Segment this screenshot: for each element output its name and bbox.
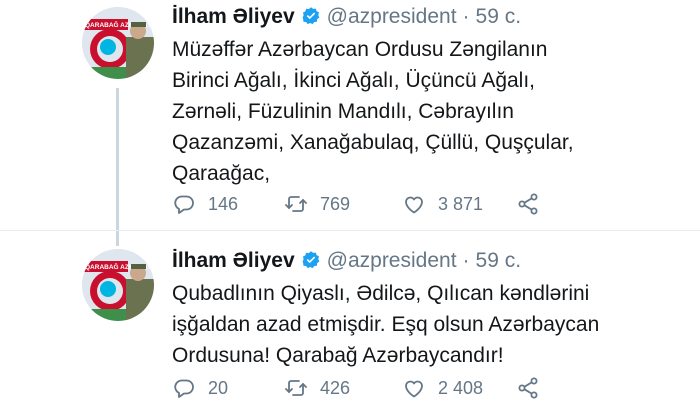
- tweet-text-line: Birinci Ağalı, İkinci Ağalı, Üçüncü Ağal…: [172, 69, 536, 92]
- like-icon: [405, 380, 423, 398]
- reply-button[interactable]: 146: [172, 192, 238, 216]
- reply-icon: [174, 379, 194, 398]
- share-button[interactable]: [516, 192, 540, 216]
- retweet-icon: [285, 196, 307, 212]
- like-button[interactable]: 2 408: [402, 376, 483, 400]
- retweet-icon: [285, 380, 307, 396]
- tweet-text: Qubadlının Qiyaslı, Ədilcə, Qılıcan kənd…: [172, 278, 692, 371]
- verified-badge-icon: [301, 6, 321, 26]
- like-count: 2 408: [438, 377, 484, 398]
- tweet-actions: 20 426 2 408: [172, 376, 592, 400]
- tweet-text-line: Zərnəli, Füzulinin Mandılı, Cəbrayılın: [172, 100, 514, 123]
- tweet-header: İlham Əliyev @azpresident · 59 с.: [172, 248, 521, 274]
- like-button[interactable]: 3 871: [402, 192, 483, 216]
- tweet-text-line: Müzəffər Azərbaycan Ordusu Zəngilanın: [172, 38, 548, 61]
- retweet-button[interactable]: 769: [284, 192, 350, 216]
- verified-badge-icon: [301, 250, 321, 270]
- tweet-actions: 146 769 3 871: [172, 192, 592, 216]
- avatar-image: QARABAĞ AZƏRBAYCANDIR: [82, 7, 154, 79]
- author-handle[interactable]: @azpresident: [327, 249, 457, 272]
- reply-count: 20: [208, 377, 229, 398]
- like-count: 3 871: [438, 193, 484, 214]
- tweet-text: Müzəffər Azərbaycan Ordusu Zəngilanın Bi…: [172, 34, 692, 189]
- tweet-text-line: Qazanzəmi, Xanağabulaq, Çüllü, Quşçular,: [172, 131, 574, 154]
- reply-icon: [174, 195, 194, 214]
- tweet[interactable]: QARABAĞ AZƏRBAYCANDIR İlham Əliyev @azpre…: [0, 0, 700, 246]
- share-button[interactable]: [516, 376, 540, 400]
- timestamp[interactable]: 59 с.: [476, 249, 522, 272]
- tweet-text-line: Ordusuna! Qarabağ Azərbaycandır!: [172, 344, 504, 367]
- thread-line: [116, 88, 119, 246]
- tweet-divider: [0, 230, 700, 231]
- retweet-button[interactable]: 426: [284, 376, 350, 400]
- author-handle[interactable]: @azpresident: [327, 5, 457, 28]
- tweet[interactable]: QARABAĞ AZƏRBAYCANDIR İlham Əliyev @azpre…: [0, 246, 700, 420]
- share-icon: [518, 193, 538, 215]
- separator-dot: ·: [462, 249, 470, 272]
- timestamp[interactable]: 59 с.: [476, 5, 522, 28]
- reply-button[interactable]: 20: [172, 376, 228, 400]
- share-icon: [518, 377, 538, 399]
- retweet-count: 769: [320, 193, 351, 214]
- tweet-text-line: işğaldan azad etmişdir. Eşq olsun Azərba…: [172, 313, 600, 336]
- reply-count: 146: [208, 193, 239, 214]
- separator-dot: ·: [462, 5, 470, 28]
- tweet-text-line: Qubadlının Qiyaslı, Ədilcə, Qılıcan kənd…: [172, 282, 590, 305]
- like-icon: [405, 196, 423, 214]
- retweet-count: 426: [320, 377, 351, 398]
- author-name[interactable]: İlham Əliyev: [172, 249, 295, 272]
- author-name[interactable]: İlham Əliyev: [172, 5, 295, 28]
- avatar[interactable]: QARABAĞ AZƏRBAYCANDIR: [82, 7, 154, 79]
- avatar[interactable]: QARABAĞ AZƏRBAYCANDIR: [82, 249, 154, 321]
- tweet-header: İlham Əliyev @azpresident · 59 с.: [172, 4, 521, 30]
- avatar-image: QARABAĞ AZƏRBAYCANDIR: [82, 249, 154, 321]
- tweet-text-line: Qaraağac,: [172, 162, 271, 185]
